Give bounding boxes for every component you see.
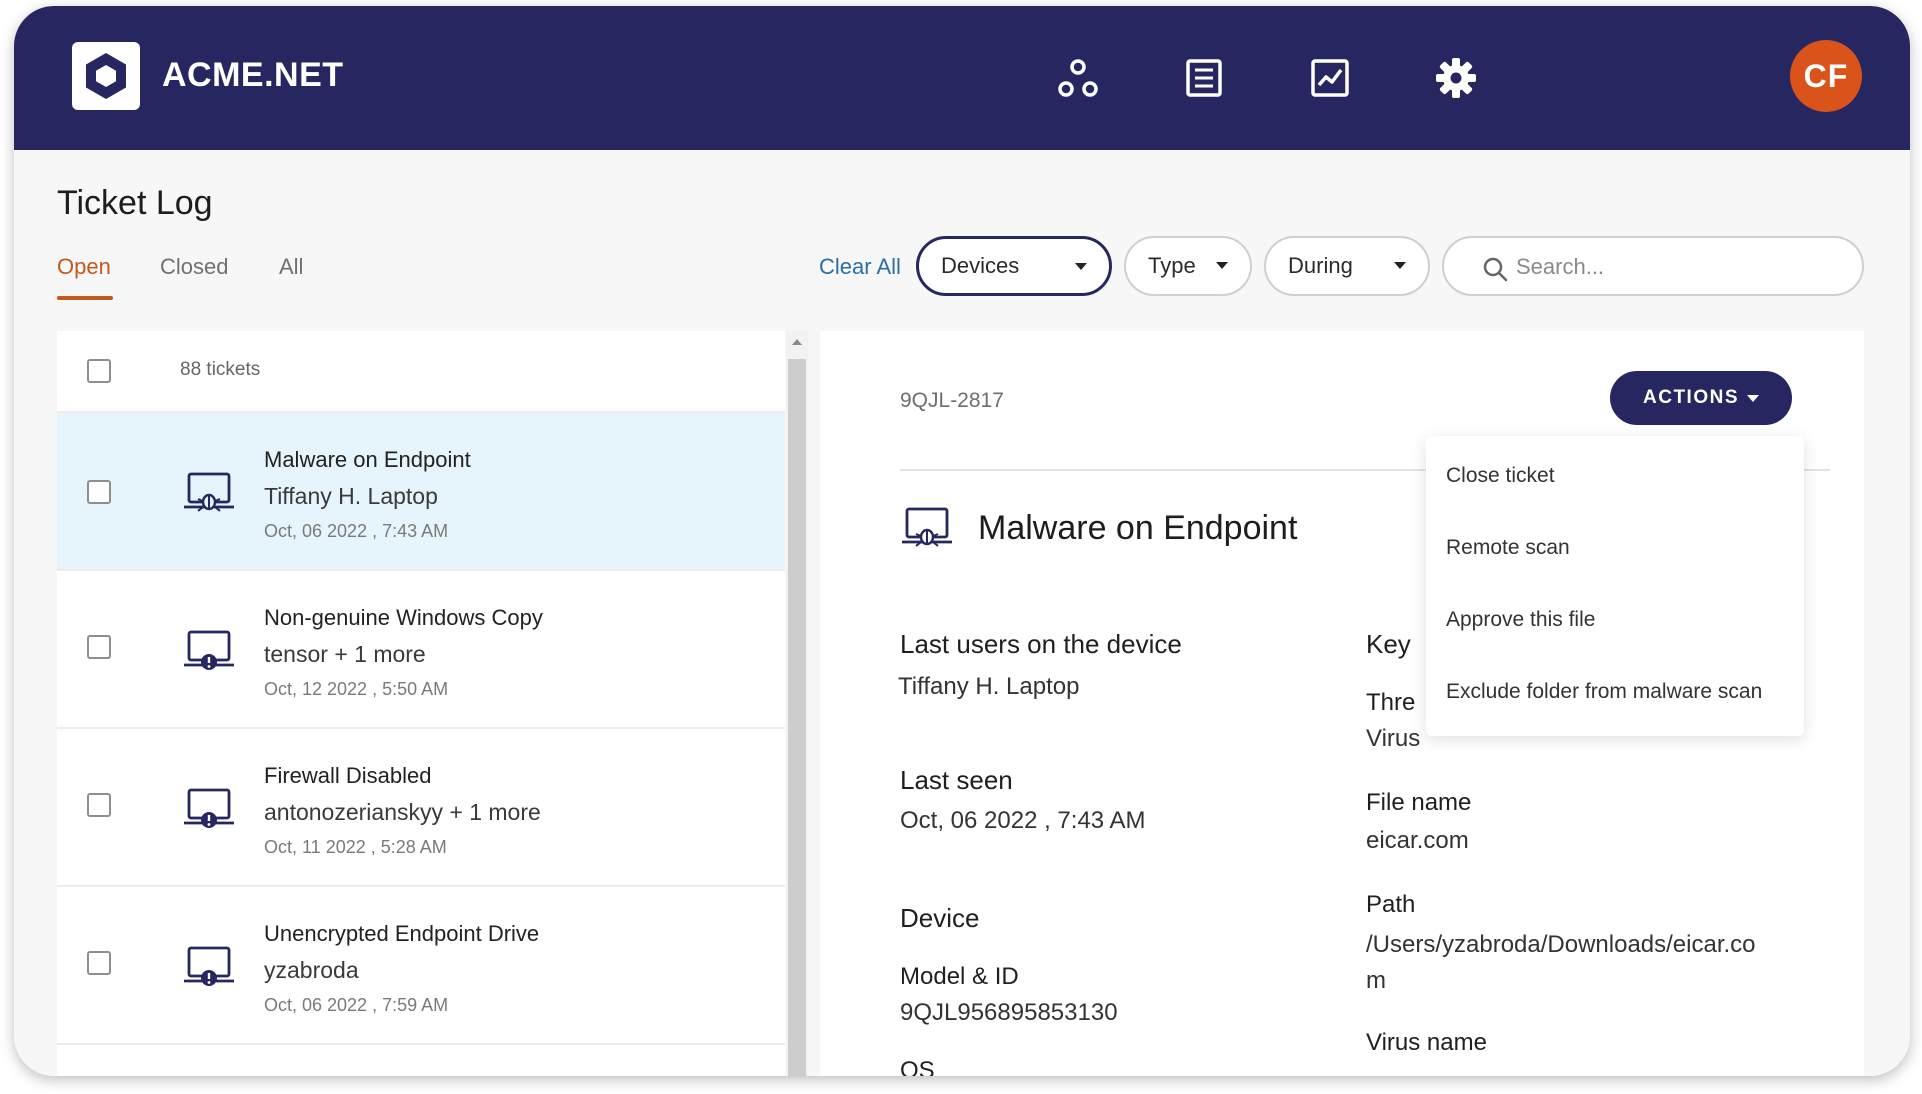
threat-label: Thre — [1366, 689, 1416, 716]
devices-filter[interactable]: Devices — [916, 236, 1112, 296]
ticket-checkbox[interactable] — [87, 793, 111, 817]
ticket-checkbox[interactable] — [87, 635, 111, 659]
ticket-subtitle: Tiffany H. Laptop — [264, 483, 438, 509]
ticket-row[interactable]: Non-genuine Windows Copy tensor + 1 more… — [57, 571, 785, 729]
devices-filter-label: Devices — [941, 253, 1020, 278]
warning-laptop-icon — [184, 946, 234, 986]
last-users-label: Last users on the device — [900, 629, 1182, 659]
warning-laptop-icon — [184, 788, 234, 828]
chevron-down-icon — [1075, 263, 1087, 270]
virus-name-label: Virus name — [1366, 1029, 1487, 1056]
select-all-checkbox[interactable] — [87, 359, 111, 383]
ticket-row[interactable]: Firewall Disabled antonozerianskyy + 1 m… — [57, 729, 785, 887]
list-scrollbar[interactable] — [786, 331, 808, 1076]
clear-all-link[interactable]: Clear All — [819, 254, 901, 280]
page-title: Ticket Log — [57, 184, 213, 222]
logo[interactable] — [72, 42, 140, 110]
search-icon — [1483, 257, 1508, 282]
chart-icon[interactable] — [1308, 56, 1352, 100]
menu-item-remote-scan[interactable]: Remote scan — [1446, 536, 1570, 560]
tab-open[interactable]: Open — [57, 254, 111, 280]
last-seen-label: Last seen — [900, 765, 1013, 795]
top-bar: ACME.NET CF — [14, 6, 1910, 150]
warning-laptop-icon — [184, 630, 234, 670]
ticket-title: Unencrypted Endpoint Drive — [264, 921, 540, 946]
ticket-date: Oct, 06 2022 , 7:43 AM — [264, 521, 449, 541]
model-id-label: Model & ID — [900, 963, 1019, 990]
gear-icon[interactable] — [1434, 56, 1478, 100]
list-header: 88 tickets — [57, 331, 785, 413]
file-name-value: eicar.com — [1366, 827, 1469, 854]
menu-item-exclude-folder[interactable]: Exclude folder from malware scan — [1446, 680, 1762, 704]
model-id-value: 9QJL956895853130 — [900, 999, 1118, 1026]
key-label: Key — [1366, 629, 1411, 659]
last-seen-value: Oct, 06 2022 , 7:43 AM — [900, 807, 1146, 834]
malware-laptop-icon — [184, 472, 234, 512]
menu-item-approve-file[interactable]: Approve this file — [1446, 608, 1595, 632]
during-filter-label: During — [1288, 253, 1353, 278]
threat-value: Virus — [1366, 725, 1421, 752]
ticket-date: Oct, 11 2022 , 5:28 AM — [264, 837, 447, 857]
list-icon[interactable] — [1182, 56, 1226, 100]
actions-button-label: ACTIONS — [1643, 387, 1739, 408]
os-label: OS — [900, 1057, 935, 1076]
brand-name: ACME.NET — [162, 56, 344, 94]
hexagon-logo-icon — [86, 53, 126, 99]
last-users-value: Tiffany H. Laptop — [898, 673, 1080, 700]
ticket-title: Firewall Disabled — [264, 763, 432, 788]
malware-laptop-icon — [902, 507, 952, 547]
ticket-row[interactable]: Unencrypted Endpoint Drive yzabroda Oct,… — [57, 887, 785, 1045]
ticket-date: Oct, 12 2022 , 5:50 AM — [264, 679, 449, 699]
type-filter-label: Type — [1148, 253, 1196, 278]
type-filter[interactable]: Type — [1124, 236, 1252, 296]
scrollbar-thumb[interactable] — [788, 359, 806, 1076]
ticket-subtitle: tensor + 1 more — [264, 641, 426, 667]
detail-title: Malware on Endpoint — [978, 509, 1298, 547]
path-value: /Users/yzabroda/Downloads/eicar.co — [1366, 931, 1756, 958]
path-value-continued: m — [1366, 967, 1386, 994]
ticket-title: Non-genuine Windows Copy — [264, 605, 543, 630]
ticket-list: 88 tickets Malware on Endpoint Tiffany H… — [57, 331, 785, 1076]
file-name-label: File name — [1366, 789, 1472, 816]
during-filter[interactable]: During — [1264, 236, 1430, 296]
chevron-down-icon — [1216, 262, 1228, 269]
actions-dropdown-menu: Close ticket Remote scan Approve this fi… — [1426, 436, 1804, 736]
device-label: Device — [900, 903, 980, 933]
ticket-count: 88 tickets — [180, 359, 261, 380]
actions-button[interactable]: ACTIONS — [1610, 371, 1792, 425]
active-tab-indicator — [57, 296, 113, 300]
ticket-checkbox[interactable] — [87, 951, 111, 975]
app-window: ACME.NET CF Ticket Log Open Closed All C… — [14, 6, 1910, 1076]
chevron-down-icon — [1394, 262, 1406, 269]
avatar[interactable]: CF — [1790, 40, 1862, 112]
menu-item-close-ticket[interactable]: Close ticket — [1446, 464, 1555, 488]
search-input[interactable] — [1516, 252, 1846, 282]
ticket-date: Oct, 06 2022 , 7:59 AM — [264, 995, 449, 1015]
network-icon[interactable] — [1056, 56, 1100, 100]
ticket-subtitle: yzabroda — [264, 957, 359, 983]
tab-closed[interactable]: Closed — [160, 254, 228, 280]
ticket-row[interactable]: Malware on Endpoint Tiffany H. Laptop Oc… — [57, 413, 785, 571]
tab-all[interactable]: All — [279, 254, 303, 280]
ticket-id: 9QJL-2817 — [900, 389, 1004, 412]
search-box[interactable] — [1442, 236, 1864, 296]
path-label: Path — [1366, 891, 1416, 918]
scroll-up-arrow-icon[interactable] — [792, 339, 802, 345]
ticket-title: Malware on Endpoint — [264, 447, 471, 472]
chevron-down-icon — [1747, 394, 1759, 402]
ticket-checkbox[interactable] — [87, 480, 111, 504]
ticket-subtitle: antonozerianskyy + 1 more — [264, 799, 541, 825]
